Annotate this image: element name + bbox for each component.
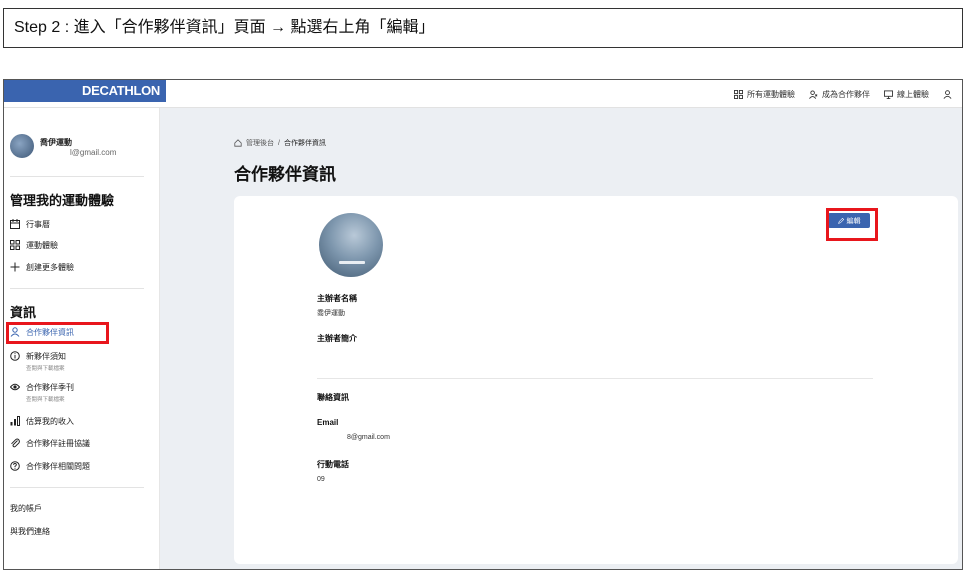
question-icon — [10, 461, 20, 471]
sidebar-item-new-partner-notes[interactable]: 新夥伴須知 查閱與下載檔案 — [10, 351, 66, 372]
organizer-name-label: 主辦者名稱 — [317, 294, 357, 303]
avatar-caption — [339, 261, 365, 264]
divider — [10, 288, 144, 289]
sidebar-item-label: 合作夥伴註冊協議 — [26, 439, 90, 448]
sidebar-item-label: 行事曆 — [26, 220, 50, 229]
highlight-box-sidebar — [6, 322, 109, 344]
sidebar-item-create[interactable]: 創建更多體驗 — [10, 262, 74, 273]
sidebar-item-agreement[interactable]: 合作夥伴註冊協議 — [10, 438, 90, 449]
partner-info-card: 編輯 主辦者名稱 喬伊運動 主辦者簡介 聯絡資訊 Email 8@gmail.c… — [234, 196, 958, 564]
highlight-box-edit — [826, 208, 878, 241]
bar-chart-icon — [10, 416, 20, 426]
app-screenshot: DECATHLON 所有運動體驗 成為合作夥伴 線上體驗 喬伊運動 l@gmai… — [3, 79, 963, 570]
top-bar: DECATHLON 所有運動體驗 成為合作夥伴 線上體驗 — [4, 80, 962, 108]
profile-name: 喬伊運動 — [40, 138, 72, 147]
breadcrumb-current: 合作夥伴資訊 — [283, 140, 326, 147]
grid-icon — [734, 89, 743, 99]
nav-account[interactable] — [943, 89, 952, 99]
partner-icon — [809, 89, 818, 99]
sidebar-item-contact-us[interactable]: 與我們連絡 — [10, 526, 50, 537]
divider — [10, 176, 144, 177]
calendar-icon — [10, 219, 20, 229]
sidebar-item-label: 合作夥伴相關問題 — [26, 462, 90, 471]
sidebar-item-calendar[interactable]: 行事曆 — [10, 219, 50, 230]
sidebar-item-my-account[interactable]: 我的帳戶 — [10, 503, 42, 514]
sidebar-item-quarterly[interactable]: 合作夥伴季刊 查閱與下載檔案 — [10, 382, 74, 403]
sidebar-item-label: 合作夥伴季刊 — [26, 383, 74, 392]
sidebar-item-faq[interactable]: 合作夥伴相關問題 — [10, 461, 90, 472]
top-nav: 所有運動體驗 成為合作夥伴 線上體驗 — [734, 80, 952, 108]
sidebar-item-sublabel: 查閱與下載檔案 — [26, 397, 65, 403]
phone-value: 09 — [317, 476, 325, 483]
sidebar-item-sublabel: 查閱與下載檔案 — [26, 366, 65, 372]
divider — [10, 487, 144, 488]
nav-label: 所有運動體驗 — [747, 89, 795, 99]
sidebar-item-label: 估算我的收入 — [26, 417, 74, 426]
breadcrumb-separator: / — [278, 139, 280, 147]
profile-email: l@gmail.com — [70, 148, 117, 157]
sidebar-item-label: 新夥伴須知 — [26, 352, 66, 361]
monitor-icon — [884, 89, 893, 99]
breadcrumb: 管理後台 / 合作夥伴資訊 — [234, 138, 326, 148]
profile[interactable]: 喬伊運動 l@gmail.com — [10, 134, 116, 158]
sidebar-item-experiences[interactable]: 運動體驗 — [10, 240, 58, 251]
decathlon-logo[interactable]: DECATHLON — [4, 80, 166, 102]
organizer-name-value: 喬伊運動 — [317, 310, 345, 317]
phone-label: 行動電話 — [317, 460, 349, 469]
step-caption: Step 2 : 進入「合作夥伴資訊」頁面 → 點選右上角「編輯」 — [3, 8, 963, 48]
sidebar-item-label: 運動體驗 — [26, 241, 58, 250]
info-icon — [10, 351, 20, 361]
nav-online-experience[interactable]: 線上體驗 — [884, 89, 929, 100]
nav-all-experiences[interactable]: 所有運動體驗 — [734, 89, 795, 100]
paperclip-icon — [11, 438, 20, 448]
section-manage-title: 管理我的運動體驗 — [10, 193, 115, 208]
nav-become-partner[interactable]: 成為合作夥伴 — [809, 89, 870, 100]
sidebar-item-estimate-income[interactable]: 估算我的收入 — [10, 416, 74, 427]
section-info-title: 資訊 — [10, 305, 37, 320]
eye-icon — [10, 383, 20, 391]
email-value: 8@gmail.com — [347, 434, 390, 441]
partner-avatar — [319, 213, 383, 277]
page-title: 合作夥伴資訊 — [234, 165, 336, 184]
sidebar-item-label: 創建更多體驗 — [26, 263, 74, 272]
breadcrumb-home[interactable]: 管理後台 — [246, 138, 274, 148]
nav-label: 成為合作夥伴 — [822, 89, 870, 99]
organizer-intro-label: 主辦者簡介 — [317, 334, 357, 343]
main-content: 管理後台 / 合作夥伴資訊 合作夥伴資訊 編輯 主辦者名稱 喬伊運動 主辦者簡介… — [160, 108, 962, 569]
plus-icon — [10, 262, 20, 272]
contact-info-label: 聯絡資訊 — [317, 393, 349, 402]
email-label: Email — [317, 418, 339, 427]
avatar — [10, 134, 34, 158]
user-icon — [943, 89, 952, 99]
home-icon[interactable] — [234, 139, 242, 147]
divider — [317, 378, 873, 379]
grid-icon — [10, 240, 20, 250]
nav-label: 線上體驗 — [897, 89, 929, 99]
